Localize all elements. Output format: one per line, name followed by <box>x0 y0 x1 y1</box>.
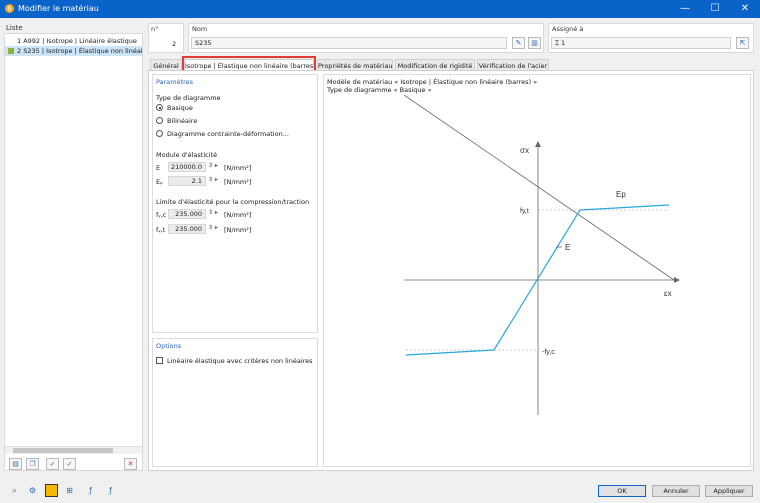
item-text: S235 | Isotrope | Élastique non linéai <box>23 47 142 55</box>
window-title: Modifier le matériau <box>18 4 99 13</box>
limit-label: Limite d'élasticité pour la compression/… <box>156 198 310 206</box>
close-button[interactable]: ✕ <box>730 0 760 18</box>
assigned-label: Assigné à <box>552 25 584 33</box>
minimize-button[interactable]: — <box>670 0 700 18</box>
apply-button[interactable]: Appliquer <box>705 485 753 497</box>
library-icon[interactable]: ▥ <box>528 37 541 49</box>
check-all-icon[interactable]: ✓ <box>46 458 59 470</box>
maximize-button[interactable]: ☐ <box>700 0 730 18</box>
diagram-description-2: Type de diagramme « Basique » <box>327 86 432 94</box>
function-icon[interactable]: ƒ <box>84 484 97 497</box>
radio-stress-strain[interactable] <box>156 130 163 137</box>
color-swatch <box>8 38 14 44</box>
list-item[interactable]: 1 A992 | Isotrope | Linéaire élastique <box>5 36 142 46</box>
tree-icon[interactable]: ⊞ <box>63 484 76 497</box>
select-object-icon[interactable]: ⇱ <box>736 37 749 49</box>
color-icon[interactable] <box>45 484 58 497</box>
item-text: A992 | Isotrope | Linéaire élastique <box>23 37 137 45</box>
fyc-label: fᵧ,c <box>156 211 167 219</box>
nonlinear-criteria-label: Linéaire élastique avec critères non lin… <box>167 357 313 365</box>
delete-icon[interactable]: ✕ <box>124 458 137 470</box>
cancel-button[interactable]: Annuler <box>652 485 700 497</box>
fyc-unit: [N/mm²] <box>224 211 252 219</box>
radio-bilinear-label: Bilinéaire <box>167 117 198 125</box>
nonlinear-criteria-checkbox[interactable] <box>156 357 163 364</box>
number-value: 2 <box>172 40 177 48</box>
edit-icon[interactable]: ✎ <box>512 37 525 49</box>
fyt-unit: [N/mm²] <box>224 226 252 234</box>
y-axis-arrow-icon <box>535 141 541 147</box>
options-title: Options <box>156 342 182 350</box>
item-number: 2 <box>17 47 22 55</box>
x-axis <box>403 95 675 281</box>
search-icon[interactable]: ⌕ <box>8 484 21 497</box>
name-label: Nom <box>192 25 208 33</box>
radio-stress-strain-label: Diagramme contrainte-déformation... <box>167 130 289 138</box>
Ep-unit: [N/mm²] <box>224 178 252 186</box>
E-curve-label: E <box>565 243 570 252</box>
copy-item-icon[interactable]: ❐ <box>26 458 39 470</box>
name-input[interactable]: S235 <box>191 37 507 49</box>
E-spinner-icon[interactable]: ⇕ ▸ <box>208 162 218 169</box>
E-input[interactable]: 210000.0 <box>168 162 206 172</box>
E-label: E <box>156 164 161 172</box>
Ep-curve-label: Ep <box>616 190 626 199</box>
fyt-axis-label: fy,t <box>520 208 529 215</box>
fyc-axis-label: -fy,c <box>542 349 555 356</box>
list-label: Liste <box>6 24 23 32</box>
assigned-input[interactable]: ⌶ 1 <box>551 37 731 49</box>
fyt-input[interactable]: 235.000 <box>168 224 206 234</box>
material-list[interactable]: 1 A992 | Isotrope | Linéaire élastique 2… <box>4 33 143 471</box>
epsilon-axis-label: εx <box>664 289 672 298</box>
new-item-icon[interactable]: ▤ <box>9 458 22 470</box>
radio-bilinear[interactable] <box>156 117 163 124</box>
number-label: n° <box>151 25 159 33</box>
radio-basic[interactable] <box>156 104 163 111</box>
fyc-input[interactable]: 235.000 <box>168 209 206 219</box>
diagram-type-label: Type de diagramme <box>156 94 221 102</box>
diagram-description-1: Modèle de matériau « Isotrope | Élastiqu… <box>327 78 538 86</box>
assigned-input-value: 1 <box>560 39 566 47</box>
Ep-input[interactable]: 2.1 <box>168 176 206 186</box>
fyt-spinner-icon[interactable]: ⇕ ▸ <box>208 224 218 231</box>
sigma-axis-label: σx <box>520 146 529 155</box>
list-item-selected[interactable]: 2 S235 | Isotrope | Élastique non linéai <box>5 46 142 56</box>
horizontal-scrollbar[interactable] <box>5 446 142 454</box>
svg-text:6: 6 <box>7 5 12 13</box>
color-swatch <box>8 48 14 54</box>
Ep-label: Eₚ <box>156 178 163 186</box>
stress-strain-diagram: E Ep σx εx fy,t -fy,c <box>403 95 680 415</box>
fyt-label: fᵧ,t <box>156 226 166 234</box>
E-unit: [N/mm²] <box>224 164 252 172</box>
title-bar: 6 Modifier le matériau — ☐ ✕ <box>0 0 760 18</box>
Ep-spinner-icon[interactable]: ⇕ ▸ <box>208 176 218 183</box>
item-number: 1 <box>17 37 22 45</box>
scrollbar-thumb[interactable] <box>13 448 113 453</box>
radio-basic-label: Basique <box>167 104 193 112</box>
parameters-title: Paramètres <box>156 78 194 86</box>
units-icon[interactable]: ⚙ <box>26 484 39 497</box>
name-input-value: S235 <box>195 39 212 47</box>
x-axis-arrow-icon <box>674 277 680 283</box>
app-icon: 6 <box>5 4 14 13</box>
fyc-spinner-icon[interactable]: ⇕ ▸ <box>208 209 218 216</box>
check-options-icon[interactable]: ✓ <box>63 458 76 470</box>
ok-button[interactable]: OK <box>598 485 646 497</box>
elasticity-label: Module d'élasticité <box>156 151 218 159</box>
script-icon[interactable]: ƒ <box>104 484 117 497</box>
